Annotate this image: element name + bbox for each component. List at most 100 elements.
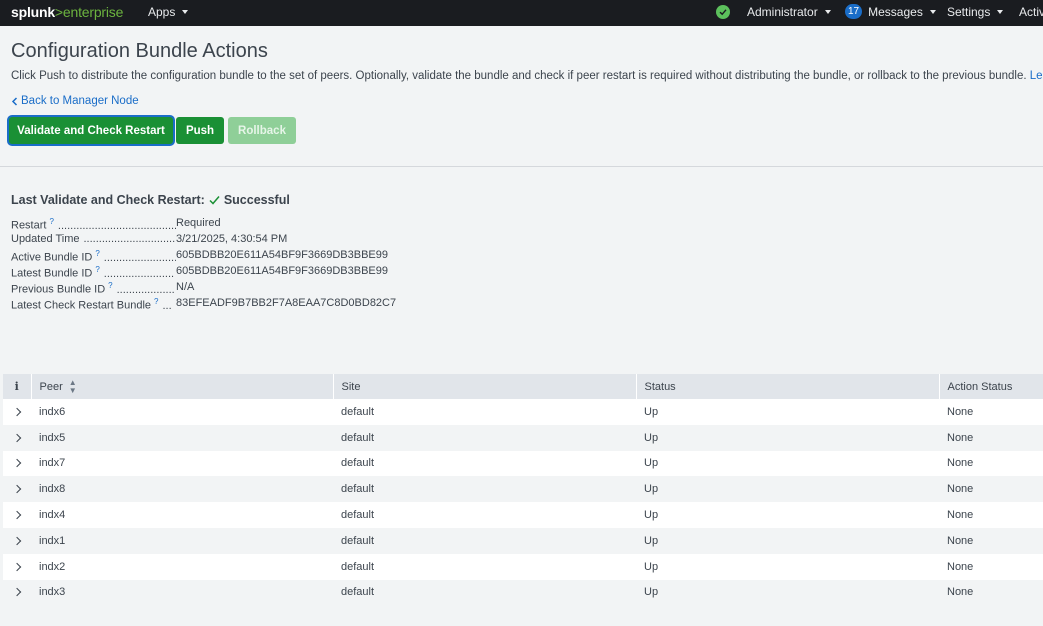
- activity-menu[interactable]: Activ: [1019, 5, 1043, 19]
- table-row[interactable]: indx7 default Up None: [3, 450, 1043, 477]
- peer-cell: indx4: [31, 502, 333, 528]
- status-column-label: Status: [644, 380, 676, 393]
- push-button[interactable]: Push: [176, 117, 224, 144]
- validate-and-check-restart-button[interactable]: Validate and Check Restart: [9, 117, 173, 144]
- site-column-label: Site: [341, 380, 361, 393]
- table-row[interactable]: indx5 default Up None: [3, 424, 1043, 451]
- site-cell: default: [333, 527, 636, 554]
- info-column-header[interactable]: i: [3, 374, 31, 399]
- status-detail-key: Updated Time............................…: [11, 233, 176, 245]
- leader-dots: ...................: [116, 283, 175, 296]
- peer-cell: indx5: [31, 424, 333, 451]
- status-detail-row: Latest Bundle ID?.......................…: [11, 265, 388, 280]
- table-row[interactable]: indx8 default Up None: [3, 476, 1043, 503]
- sort-icon[interactable]: ▲ ▼: [69, 378, 77, 395]
- expand-row-cell[interactable]: [3, 579, 31, 606]
- user-menu[interactable]: Administrator: [747, 5, 831, 19]
- leader-dots: .......................: [103, 267, 175, 280]
- check-circle-icon[interactable]: [716, 5, 730, 19]
- page-header: Configuration Bundle Actions Click Push …: [0, 26, 1043, 167]
- table-header-row: i Peer ▲ ▼ Site Status Action Status: [3, 374, 1043, 399]
- back-to-manager-link[interactable]: Back to Manager Node: [11, 95, 139, 107]
- back-link-label: Back to Manager Node: [21, 95, 139, 107]
- status-cell: Up: [636, 476, 939, 503]
- table-row[interactable]: indx2 default Up None: [3, 553, 1043, 580]
- messages-menu[interactable]: 17 Messages: [845, 4, 936, 19]
- action-status-cell: None: [939, 502, 1043, 528]
- peer-cell: indx2: [31, 553, 333, 580]
- status-detail-key: Latest Bundle ID?.......................: [11, 265, 176, 280]
- description-text: Click Push to distribute the configurati…: [11, 70, 1027, 82]
- table-row[interactable]: indx6 default Up None: [3, 399, 1043, 425]
- chevron-right-icon[interactable]: [12, 562, 22, 571]
- site-cell: default: [333, 476, 636, 503]
- status-detail-key-text: Active Bundle ID: [11, 251, 93, 264]
- expand-row-cell[interactable]: [3, 424, 31, 451]
- expand-row-cell[interactable]: [3, 502, 31, 528]
- chevron-right-icon[interactable]: [12, 588, 22, 597]
- chevron-right-icon[interactable]: [12, 459, 22, 468]
- chevron-right-icon[interactable]: [12, 536, 22, 546]
- action-status-cell: None: [939, 553, 1043, 580]
- chevron-left-icon: [11, 96, 18, 106]
- status-detail-key-text: Updated Time: [11, 233, 80, 245]
- chevron-right-icon[interactable]: [12, 433, 22, 442]
- table-row[interactable]: indx3 default Up None: [3, 579, 1043, 606]
- settings-menu[interactable]: Settings: [947, 5, 1004, 19]
- leader-dots: .........................: [103, 251, 176, 264]
- status-detail-value: 3/21/2025, 4:30:54 PM: [176, 233, 288, 245]
- rollback-button[interactable]: Rollback: [228, 117, 296, 144]
- chevron-right-icon[interactable]: [12, 407, 22, 417]
- status-detail-row: Previous Bundle ID?................... N/…: [11, 281, 194, 296]
- expand-row-cell[interactable]: [3, 553, 31, 580]
- help-icon[interactable]: ?: [95, 265, 99, 274]
- table-row[interactable]: indx4 default Up None: [3, 502, 1043, 528]
- status-detail-key: Active Bundle ID?.......................…: [11, 249, 176, 264]
- last-validation-result: Successful: [223, 193, 290, 207]
- help-icon[interactable]: ?: [49, 217, 53, 226]
- status-detail-value: 605BDBB20E611A54BF9F3669DB3BBE99: [176, 265, 388, 277]
- checkmark-icon: [209, 196, 220, 205]
- peers-table: i Peer ▲ ▼ Site Status Action Status indx6…: [3, 374, 1043, 606]
- status-detail-row: Latest Check Restart Bundle?... 83EFEADF9…: [11, 297, 396, 312]
- page-title: Configuration Bundle Actions: [11, 40, 268, 62]
- help-icon[interactable]: ?: [108, 281, 112, 290]
- caret-down-icon: [182, 10, 189, 14]
- leader-dots: ........................................…: [57, 219, 176, 232]
- status-cell: Up: [636, 579, 939, 606]
- help-icon[interactable]: ?: [95, 249, 99, 258]
- action-status-cell: None: [939, 527, 1043, 554]
- status-detail-row: Updated Time............................…: [11, 233, 287, 245]
- peer-cell: indx3: [31, 579, 333, 606]
- chevron-right-icon[interactable]: [12, 485, 22, 494]
- status-cell: Up: [636, 450, 939, 477]
- top-navigation-bar: splunk>enterprise Apps Administrator 17 M…: [0, 0, 1043, 26]
- peer-column-label: Peer: [39, 380, 63, 393]
- status-detail-key-text: Latest Bundle ID: [11, 267, 93, 280]
- status-detail-key: Latest Check Restart Bundle?...: [11, 297, 176, 312]
- site-cell: default: [333, 399, 636, 425]
- action-status-column-label: Action Status: [947, 380, 1013, 393]
- chevron-right-icon[interactable]: [12, 510, 22, 520]
- apps-menu[interactable]: Apps: [148, 5, 189, 19]
- splunk-logo[interactable]: splunk>enterprise: [11, 4, 123, 20]
- table-row[interactable]: indx1 default Up None: [3, 527, 1043, 554]
- expand-row-cell[interactable]: [3, 399, 31, 425]
- learn-more-link[interactable]: Learn M: [1030, 70, 1043, 82]
- apps-menu-label: Apps: [148, 5, 176, 19]
- logo-gt-text: >: [54, 4, 63, 20]
- site-cell: default: [333, 450, 636, 477]
- expand-row-cell[interactable]: [3, 476, 31, 503]
- peer-column-header[interactable]: Peer ▲ ▼: [30, 374, 333, 399]
- action-status-cell: None: [939, 476, 1043, 503]
- site-cell: default: [333, 553, 636, 580]
- logo-splunk-text: splunk: [11, 4, 55, 20]
- caret-down-icon: [997, 10, 1004, 14]
- help-icon[interactable]: ?: [154, 297, 158, 306]
- messages-menu-label: Messages: [868, 4, 923, 19]
- expand-row-cell[interactable]: [3, 527, 31, 554]
- site-cell: default: [333, 579, 636, 606]
- activity-menu-label: Activ: [1019, 5, 1043, 19]
- expand-row-cell[interactable]: [3, 450, 31, 477]
- logo-enterprise-text: enterprise: [62, 4, 124, 20]
